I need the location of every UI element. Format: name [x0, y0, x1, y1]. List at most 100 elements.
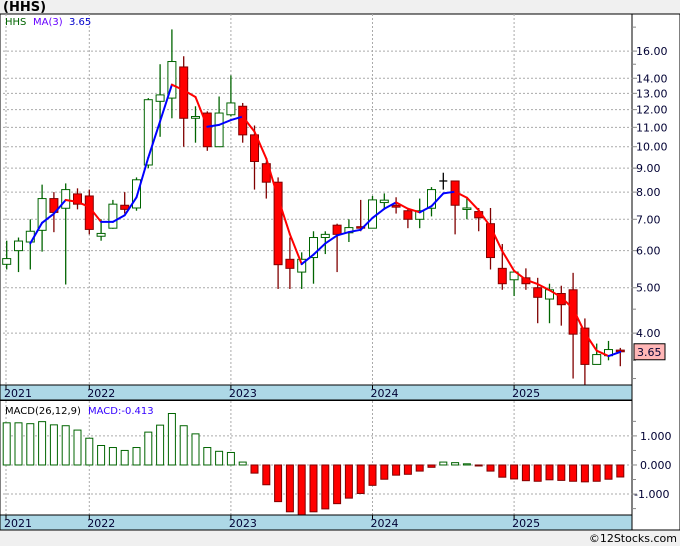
candle-body	[462, 207, 472, 210]
macd-bar	[297, 464, 306, 516]
macd-bar	[144, 431, 153, 466]
macd-bar	[285, 464, 294, 513]
candle-body	[14, 240, 23, 252]
candle-body	[226, 102, 236, 116]
macd-bar	[38, 421, 47, 466]
macd-bar	[203, 447, 212, 466]
candle	[368, 195, 377, 229]
copyright: ©12Stocks.com	[589, 532, 677, 545]
price-tick-label: 12.00	[636, 104, 668, 117]
price-tick-label: 8.00	[636, 186, 661, 199]
macd-bar	[309, 464, 318, 513]
macd-bar	[439, 461, 448, 466]
macd-bar	[274, 464, 283, 503]
candle-body	[368, 199, 377, 229]
date-tick-label: 2024	[371, 387, 399, 400]
macd-bar	[403, 464, 412, 475]
price-tick-label: 7.00	[636, 213, 661, 226]
date-tick-label: 2023	[229, 387, 257, 400]
macd-bar	[392, 464, 401, 476]
candle-body	[155, 94, 165, 102]
macd-bar	[85, 437, 94, 466]
legend-symbol: HHS	[5, 17, 26, 28]
macd-bar	[61, 425, 70, 466]
date-tick-label: 2021	[4, 517, 32, 530]
macd-bar	[132, 447, 141, 466]
macd-bar	[167, 413, 176, 466]
price-tick-label: 9.00	[636, 162, 661, 175]
candle-body	[37, 198, 47, 231]
macd-bar	[604, 464, 613, 480]
macd-tick-label: -1.000	[634, 488, 669, 501]
candle-body	[61, 189, 71, 209]
candle-body	[592, 354, 602, 365]
candle-body	[120, 204, 130, 210]
candle-body	[96, 232, 106, 237]
macd-bar	[191, 433, 200, 466]
candle-body	[497, 267, 507, 285]
macd-bar	[427, 464, 436, 468]
macd-bar	[616, 464, 625, 478]
candle-body	[391, 204, 401, 208]
macd-bar	[356, 464, 365, 494]
macd-bar	[415, 464, 424, 472]
candle-body	[84, 195, 94, 230]
price-tick-label: 4.00	[636, 327, 661, 340]
macd-bar	[49, 424, 58, 466]
macd-bar	[226, 451, 235, 466]
macd-bar	[97, 444, 106, 466]
price-tick-label: 14.00	[636, 72, 668, 85]
macd-bar	[2, 422, 11, 466]
macd-bar	[533, 464, 542, 482]
macd-bar	[238, 461, 247, 466]
candle-body	[403, 210, 413, 220]
candle-body	[285, 258, 295, 269]
price-tick-label: 10.00	[636, 141, 668, 154]
date-tick-label: 2024	[371, 517, 399, 530]
macd-tick-label: 0.000	[640, 459, 672, 472]
macd-bar	[14, 422, 23, 466]
legend-ma-label: MA(3)	[33, 17, 63, 28]
macd-bar	[380, 464, 389, 480]
price-tick-label: 16.00	[636, 45, 668, 58]
macd-bar	[215, 450, 224, 466]
macd-bar	[120, 449, 129, 466]
macd-bar	[26, 423, 35, 466]
macd-bar	[462, 463, 471, 466]
macd-legend-label: MACD(26,12,9)	[5, 406, 81, 417]
macd-bar	[510, 464, 519, 480]
candle	[108, 199, 118, 229]
macd-bar	[569, 464, 578, 482]
candle-body	[273, 181, 283, 266]
date-tick-label: 2023	[229, 517, 257, 530]
macd-bar	[592, 464, 601, 482]
macd-bar	[73, 429, 82, 466]
price-tick-label: 13.00	[636, 87, 668, 100]
macd-legend-value: MACD:-0.413	[88, 406, 154, 417]
macd-bar	[545, 464, 554, 481]
price-tick-label: 6.00	[636, 245, 661, 258]
date-tick-label: 2022	[87, 517, 115, 530]
macd-bar	[521, 464, 530, 482]
macd-bar	[344, 464, 353, 499]
candle-body	[332, 224, 342, 235]
stock-chart: (HHS) 16.00 14.00 13.00 12.00 11.00 10.00 9.00…	[0, 0, 680, 546]
date-tick-label: 2025	[512, 387, 540, 400]
chart-title: (HHS)	[3, 0, 46, 15]
candle-body	[2, 258, 12, 265]
legend-ma-value: 3.65	[69, 17, 91, 28]
macd-tick-label: 1.000	[640, 430, 672, 443]
macd-bar	[474, 464, 483, 467]
macd-bar	[451, 462, 460, 466]
macd-bar	[333, 464, 342, 505]
candle-body	[214, 112, 224, 148]
macd-bar	[486, 464, 495, 472]
macd-bar	[321, 464, 330, 510]
date-tick-label: 2022	[87, 387, 115, 400]
candle-body	[533, 287, 543, 298]
last-price-label: 3.65	[637, 346, 662, 359]
candle-body	[568, 289, 578, 335]
macd-bar	[250, 464, 259, 474]
macd-bar	[580, 464, 589, 483]
macd-bar	[156, 424, 165, 466]
